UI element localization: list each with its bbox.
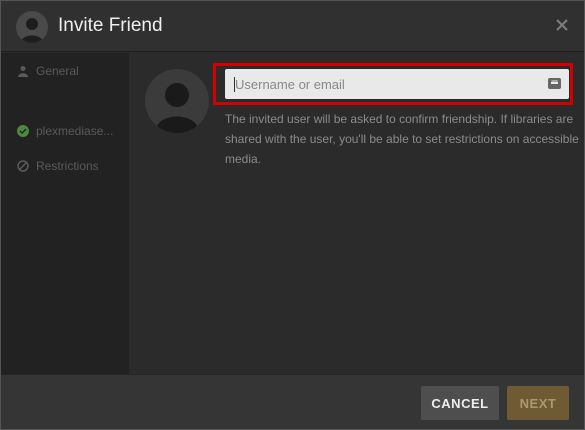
invite-friend-dialog: Invite Friend General ​ [0, 0, 585, 430]
sidebar-item-label: plexmediase... [36, 124, 114, 138]
dialog-header: Invite Friend [1, 1, 584, 52]
block-icon [17, 160, 29, 172]
sidebar-item-label: Restrictions [36, 159, 99, 173]
username-field[interactable] [225, 69, 569, 99]
person-silhouette-icon [21, 18, 43, 43]
cancel-button[interactable]: CANCEL [421, 386, 499, 420]
sidebar-item-label: General [36, 64, 79, 78]
sidebar-item-server[interactable]: plexmediase... [17, 121, 127, 141]
username-input[interactable] [225, 69, 569, 99]
main-content: The invited user will be asked to confir… [129, 53, 584, 374]
close-icon[interactable] [554, 15, 570, 35]
dialog-title: Invite Friend [58, 15, 163, 36]
friend-avatar [145, 69, 209, 133]
helper-text: The invited user will be asked to confir… [225, 112, 579, 166]
keyboard-icon[interactable] [548, 78, 561, 89]
sidebar-item-restrictions[interactable]: Restrictions [17, 156, 127, 176]
text-cursor [234, 77, 235, 92]
avatar [16, 11, 48, 43]
user-icon [17, 65, 29, 77]
check-circle-icon [17, 125, 29, 137]
sidebar: General ​ plexmediase... Restrictions [1, 53, 129, 374]
dialog-footer: CANCEL NEXT [1, 374, 584, 429]
sidebar-item-general[interactable]: General [17, 61, 127, 81]
person-silhouette-icon [155, 83, 199, 133]
next-button[interactable]: NEXT [507, 386, 569, 420]
